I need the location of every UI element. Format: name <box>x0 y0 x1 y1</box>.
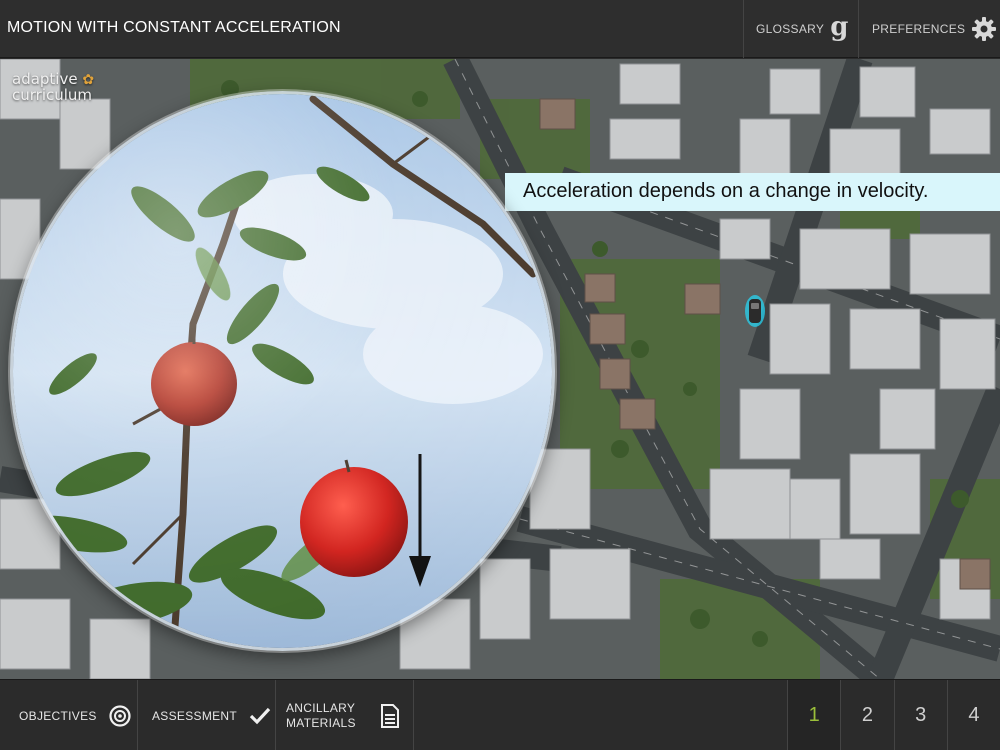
ancillary-label: ANCILLARY MATERIALS <box>286 701 356 731</box>
page-button-3[interactable]: 3 <box>893 680 947 750</box>
preferences-button[interactable]: PREFERENCES <box>858 0 1000 58</box>
glossary-button[interactable]: GLOSSARY g <box>743 0 858 58</box>
assessment-button[interactable]: ASSESSMENT <box>138 680 276 750</box>
magnifier-lens <box>10 91 555 651</box>
page-button-2[interactable]: 2 <box>840 680 893 750</box>
objectives-button[interactable]: OBJECTIVES <box>0 680 138 750</box>
bottom-bar: OBJECTIVES ASSESSMENT ANCILLARY MATERIAL… <box>0 679 1000 750</box>
ancillary-materials-button[interactable]: ANCILLARY MATERIALS <box>276 680 414 750</box>
ancillary-label-line-1: ANCILLARY <box>286 700 356 715</box>
logo-line-2: curriculum <box>12 86 93 104</box>
assessment-label: ASSESSMENT <box>152 708 238 723</box>
top-bar: MOTION WITH CONSTANT ACCELERATION GLOSSA… <box>0 0 1000 58</box>
document-icon <box>380 703 399 728</box>
preferences-label: PREFERENCES <box>872 22 966 36</box>
glossary-icon: g <box>830 12 849 42</box>
car-icon[interactable] <box>744 294 766 328</box>
page-button-4[interactable]: 4 <box>946 680 1000 750</box>
target-icon <box>109 704 131 727</box>
adaptive-curriculum-logo: adaptive ✿ curriculum <box>12 72 94 103</box>
aerial-city-scene: adaptive ✿ curriculum Acceleration depen… <box>0 59 1000 679</box>
callout-text: Acceleration depends on a change in velo… <box>505 173 1000 211</box>
objectives-label: OBJECTIVES <box>19 708 97 723</box>
page-button-1[interactable]: 1 <box>787 680 841 750</box>
lesson-title: MOTION WITH CONSTANT ACCELERATION <box>7 19 341 36</box>
page-navigation: 1 2 3 4 <box>787 680 1000 750</box>
ancillary-label-line-2: MATERIALS <box>286 715 356 730</box>
apple-tree-closeup <box>13 94 552 648</box>
checkmark-icon <box>249 707 271 724</box>
glossary-label: GLOSSARY <box>756 22 825 36</box>
gear-icon <box>972 17 997 41</box>
